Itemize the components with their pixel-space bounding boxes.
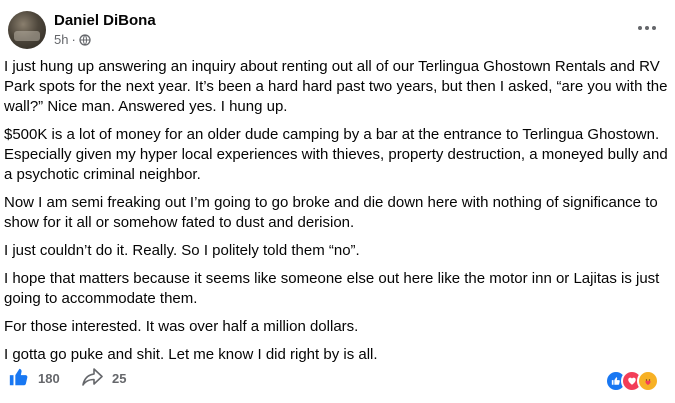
share-button[interactable]: 25 (80, 366, 126, 391)
like-count: 180 (38, 371, 60, 386)
share-count: 25 (112, 371, 127, 386)
facebook-post: Daniel DiBona 5h · I just hung up answer… (0, 0, 675, 403)
like-button[interactable]: 180 (8, 366, 60, 391)
post-paragraph: I just couldn’t do it. Really. So I poli… (4, 242, 360, 259)
post-body: I just hung up answering an inquiry abou… (4, 57, 668, 373)
post-meta: 5h · (54, 32, 91, 47)
reactions-summary[interactable] (605, 370, 659, 392)
care-reaction-icon (637, 370, 659, 392)
post-paragraph: Now I am semi freaking out I’m going to … (4, 194, 658, 231)
post-paragraph: I just hung up answering an inquiry abou… (4, 58, 668, 115)
author-name[interactable]: Daniel DiBona (54, 12, 156, 29)
post-paragraph: $500K is a lot of money for an older dud… (4, 126, 668, 183)
meta-separator: · (71, 32, 76, 47)
post-footer: 180 25 (8, 364, 667, 394)
more-options-icon[interactable] (631, 16, 663, 40)
share-arrow-icon (80, 366, 104, 391)
post-time[interactable]: 5h (54, 32, 68, 47)
post-paragraph: I hope that matters because it seems lik… (4, 270, 660, 307)
globe-icon[interactable] (79, 33, 91, 46)
avatar[interactable] (8, 11, 46, 49)
thumbs-up-icon (8, 366, 30, 391)
post-header: Daniel DiBona 5h · (8, 8, 667, 52)
post-paragraph: For those interested. It was over half a… (4, 318, 359, 335)
post-paragraph: I gotta go puke and shit. Let me know I … (4, 346, 378, 363)
